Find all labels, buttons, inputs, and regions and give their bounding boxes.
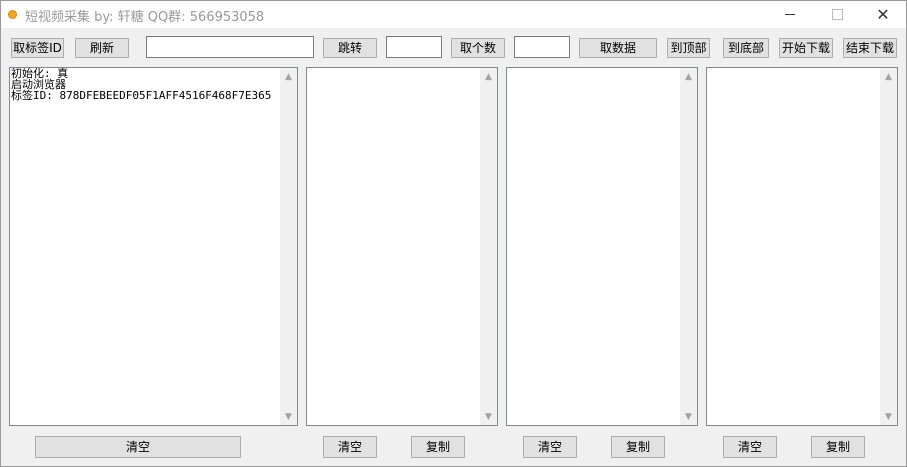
count-input[interactable] — [386, 36, 442, 58]
app-icon — [8, 10, 17, 19]
scroll-down-icon[interactable]: ▼ — [280, 408, 297, 425]
jump-button[interactable]: 跳转 — [323, 38, 377, 58]
scrollbar[interactable]: ▲ ▼ — [880, 68, 897, 425]
list-text — [507, 68, 680, 425]
to-bottom-button[interactable]: 到底部 — [723, 38, 769, 58]
scroll-up-icon[interactable]: ▲ — [480, 68, 497, 85]
minimize-button[interactable] — [767, 1, 813, 28]
clear-list-2-button[interactable]: 清空 — [523, 436, 577, 458]
scroll-down-icon[interactable]: ▼ — [680, 408, 697, 425]
scroll-up-icon[interactable]: ▲ — [880, 68, 897, 85]
list-text — [307, 68, 480, 425]
close-icon: ✕ — [876, 5, 890, 24]
copy-list-2-button[interactable]: 复制 — [611, 436, 665, 458]
list-panel-2[interactable]: ▲ ▼ — [506, 67, 698, 426]
list-panel-3[interactable]: ▲ ▼ — [706, 67, 898, 426]
scrollbar[interactable]: ▲ ▼ — [680, 68, 697, 425]
scroll-down-icon[interactable]: ▼ — [480, 408, 497, 425]
minimize-icon — [785, 14, 795, 15]
get-data-button[interactable]: 取数据 — [579, 38, 657, 58]
maximize-icon — [831, 9, 843, 20]
refresh-button[interactable]: 刷新 — [75, 38, 129, 58]
scroll-up-icon[interactable]: ▲ — [680, 68, 697, 85]
app-window: 短视频采集 by: 轩糖 QQ群: 566953058 ✕ 取标签ID 刷新 跳… — [0, 0, 907, 467]
scroll-down-icon[interactable]: ▼ — [880, 408, 897, 425]
scrollbar[interactable]: ▲ ▼ — [280, 68, 297, 425]
scroll-up-icon[interactable]: ▲ — [280, 68, 297, 85]
title-bar[interactable]: 短视频采集 by: 轩糖 QQ群: 566953058 ✕ — [1, 1, 906, 28]
log-panel[interactable]: 初始化: 真 启动浏览器 标签ID: 878DFEBEEDF05F1AFF451… — [9, 67, 298, 426]
url-input[interactable] — [146, 36, 314, 58]
window-title: 短视频采集 by: 轩糖 QQ群: 566953058 — [25, 10, 265, 25]
stop-download-button[interactable]: 结束下载 — [843, 38, 897, 58]
clear-list-1-button[interactable]: 清空 — [323, 436, 377, 458]
close-button[interactable]: ✕ — [860, 1, 906, 28]
clear-log-button[interactable]: 清空 — [35, 436, 241, 458]
get-tag-id-button[interactable]: 取标签ID — [11, 38, 64, 58]
start-download-button[interactable]: 开始下载 — [779, 38, 833, 58]
maximize-button[interactable] — [814, 1, 860, 28]
scrollbar[interactable]: ▲ ▼ — [480, 68, 497, 425]
list-panel-1[interactable]: ▲ ▼ — [306, 67, 498, 426]
copy-list-1-button[interactable]: 复制 — [411, 436, 465, 458]
clear-list-3-button[interactable]: 清空 — [723, 436, 777, 458]
copy-list-3-button[interactable]: 复制 — [811, 436, 865, 458]
to-top-button[interactable]: 到顶部 — [667, 38, 710, 58]
log-text: 初始化: 真 启动浏览器 标签ID: 878DFEBEEDF05F1AFF451… — [11, 68, 272, 102]
get-count-button[interactable]: 取个数 — [451, 38, 505, 58]
list-text — [707, 68, 880, 425]
data-input[interactable] — [514, 36, 570, 58]
